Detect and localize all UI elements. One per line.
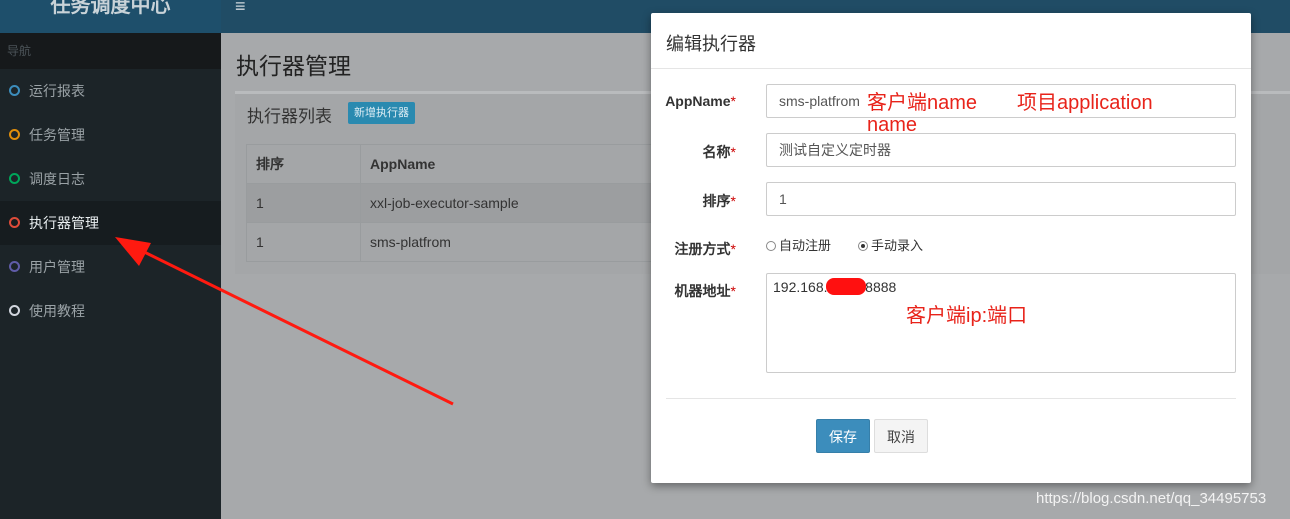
annotation-note: name (867, 114, 918, 136)
nav-header: 导航 (0, 33, 221, 69)
add-executor-button[interactable]: 新增执行器 (348, 102, 415, 124)
register-type-label: 注册方式* (674, 241, 736, 257)
table-row[interactable]: 1 sms-platfrom (246, 222, 656, 262)
order-label: 排序* (702, 193, 736, 209)
sidebar-item-label: 用户管理 (29, 259, 85, 275)
sidebar-item-users[interactable]: 用户管理 (0, 245, 221, 289)
save-button[interactable]: 保存 (816, 419, 870, 453)
sidebar-item-report[interactable]: 运行报表 (0, 69, 221, 113)
address-label: 机器地址* (674, 283, 736, 299)
table-header-row: 排序 AppName (246, 144, 656, 184)
box-title: 执行器列表 (247, 107, 332, 126)
circle-icon (9, 305, 20, 316)
appname-label: AppName* (665, 93, 736, 109)
table-cell: 1 (246, 222, 361, 262)
table-cell: xxl-job-executor-sample (360, 183, 656, 223)
table-row[interactable]: 1 xxl-job-executor-sample (246, 183, 656, 223)
circle-icon (9, 217, 20, 228)
table-cell: sms-platfrom (360, 222, 656, 262)
column-header: AppName (360, 144, 656, 184)
order-input[interactable]: 1 (766, 182, 1236, 216)
sidebar-item-label: 运行报表 (29, 83, 85, 99)
sidebar-item-jobs[interactable]: 任务管理 (0, 113, 221, 157)
circle-icon (9, 85, 20, 96)
radio-manual-entry[interactable]: 手动录入 (858, 235, 923, 254)
app-logo[interactable]: 任务调度中心 (0, 0, 221, 33)
sidebar-item-executor[interactable]: 执行器管理 (0, 201, 221, 245)
watermark: https://blog.csdn.net/qq_34495753 (1036, 490, 1267, 507)
sidebar-item-label: 使用教程 (29, 303, 85, 319)
sidebar-item-help[interactable]: 使用教程 (0, 289, 221, 333)
table-cell: 1 (246, 183, 361, 223)
divider (666, 398, 1236, 399)
redaction-mark (826, 278, 866, 295)
divider (651, 68, 1251, 69)
sidebar-item-logs[interactable]: 调度日志 (0, 157, 221, 201)
modal-title: 编辑执行器 (666, 34, 756, 54)
menu-toggle-icon[interactable]: ≡ (235, 0, 246, 17)
page-title: 执行器管理 (236, 53, 351, 79)
circle-icon (9, 129, 20, 140)
annotation-note: 客户端ip:端口 (906, 305, 1028, 327)
name-label: 名称* (702, 144, 736, 160)
executor-table: 排序 AppName 1 xxl-job-executor-sample 1 s… (246, 144, 656, 262)
radio-icon (766, 241, 776, 251)
appname-input[interactable]: sms-platfrom (766, 84, 1236, 118)
annotation-note: 项目application (1017, 92, 1153, 114)
circle-icon (9, 173, 20, 184)
sidebar-item-label: 任务管理 (29, 127, 85, 143)
cancel-button[interactable]: 取消 (874, 419, 928, 453)
radio-checked-icon (858, 241, 868, 251)
radio-auto-register[interactable]: 自动注册 (766, 235, 831, 254)
sidebar-item-label: 调度日志 (29, 171, 85, 187)
circle-icon (9, 261, 20, 272)
column-header: 排序 (246, 144, 361, 184)
edit-executor-modal: 编辑执行器 AppName* sms-platfrom 名称* 测试自定义定时器… (651, 13, 1251, 483)
sidebar-item-label: 执行器管理 (29, 215, 99, 231)
name-input[interactable]: 测试自定义定时器 (766, 133, 1236, 167)
annotation-note: 客户端name (867, 92, 978, 114)
